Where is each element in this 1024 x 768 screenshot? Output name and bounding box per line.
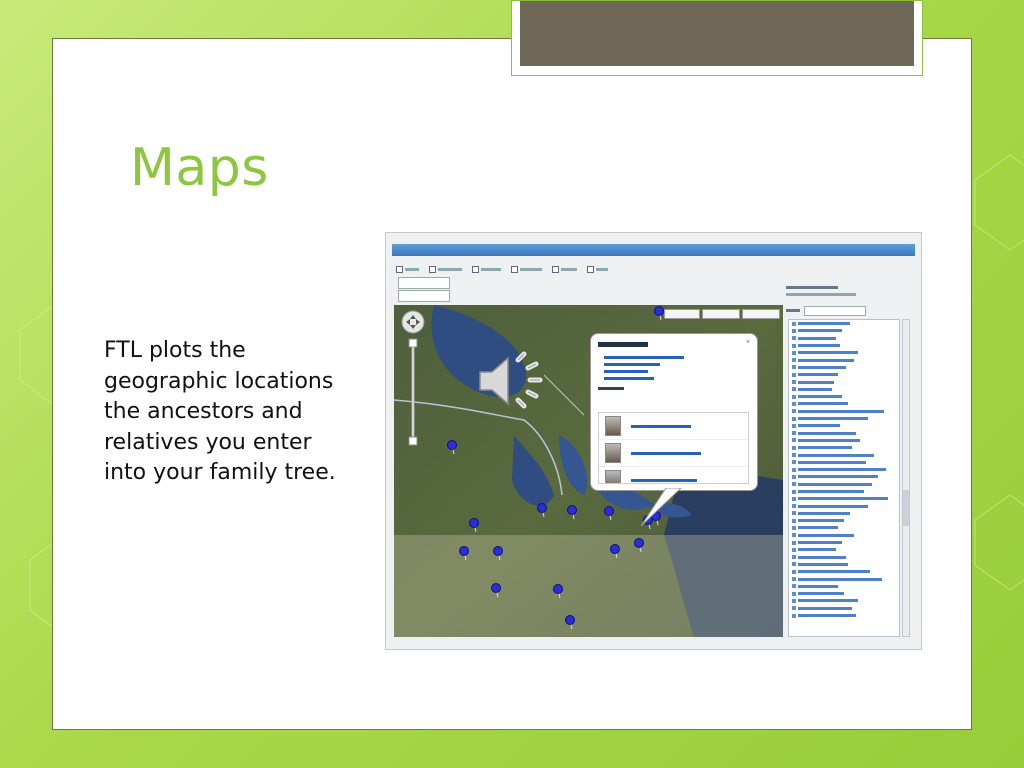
place-list-item[interactable] — [792, 518, 896, 525]
places-list-scrollbar — [902, 319, 910, 637]
location-pin-icon[interactable] — [537, 503, 547, 518]
place-list-item[interactable] — [792, 460, 896, 467]
places-list-header — [786, 283, 912, 316]
person-photo — [605, 470, 621, 483]
place-list-item[interactable] — [792, 409, 896, 416]
place-list-item[interactable] — [792, 401, 896, 408]
popup-action-link[interactable] — [604, 363, 660, 366]
place-list-item[interactable] — [792, 576, 896, 583]
people-select — [398, 277, 450, 289]
place-list-item[interactable] — [792, 357, 896, 364]
place-list-item[interactable] — [792, 606, 896, 613]
location-pin-icon[interactable] — [565, 615, 575, 630]
popup-action-link[interactable] — [604, 377, 654, 380]
location-pin-icon[interactable] — [447, 440, 457, 455]
place-list-item[interactable] — [792, 394, 896, 401]
popup-event-row[interactable] — [599, 413, 748, 440]
popup-title — [598, 342, 648, 347]
place-list-item[interactable] — [792, 423, 896, 430]
popup-event-row[interactable] — [599, 440, 748, 467]
place-list-item[interactable] — [792, 416, 896, 423]
place-list-item[interactable] — [792, 482, 896, 489]
place-list-item[interactable] — [792, 511, 896, 518]
place-list-item[interactable] — [792, 343, 896, 350]
place-list-item[interactable] — [792, 525, 896, 532]
slide-body-text: FTL plots the geographic locations the a… — [104, 338, 336, 485]
popup-event-row[interactable] — [599, 467, 748, 483]
place-list-item[interactable] — [792, 438, 896, 445]
popup-actions — [598, 356, 750, 380]
location-pin-icon[interactable] — [567, 505, 577, 520]
location-pin-icon[interactable] — [634, 538, 644, 553]
filter-option — [552, 263, 577, 275]
person-photo — [605, 443, 621, 463]
location-pin-icon[interactable] — [493, 546, 503, 561]
place-list-item[interactable] — [792, 489, 896, 496]
place-list-item[interactable] — [792, 379, 896, 386]
header-tab-decoration — [511, 0, 923, 76]
speaker-icon[interactable] — [476, 350, 546, 412]
location-pin-icon[interactable] — [553, 584, 563, 599]
filter-option — [587, 263, 608, 275]
location-pin-icon[interactable] — [469, 518, 479, 533]
filter-option — [472, 263, 501, 275]
place-list-item[interactable] — [792, 613, 896, 620]
place-list-item[interactable] — [792, 387, 896, 394]
popup-close-icon[interactable]: × — [746, 339, 750, 346]
location-info-popup: × — [590, 333, 758, 491]
place-list-item[interactable] — [792, 540, 896, 547]
place-list-item[interactable] — [792, 336, 896, 343]
place-list-item[interactable] — [792, 547, 896, 554]
slide-title: Maps — [130, 138, 269, 198]
place-list-item[interactable] — [792, 569, 896, 576]
place-list-item[interactable] — [792, 474, 896, 481]
map-screenshot: × — [385, 232, 922, 650]
filter-option — [396, 263, 419, 275]
place-list-item[interactable] — [792, 598, 896, 605]
popup-event-list — [598, 412, 749, 484]
app-title-bar — [392, 244, 915, 256]
filter-option — [429, 263, 462, 275]
place-list-item[interactable] — [792, 321, 896, 328]
place-list-item[interactable] — [792, 452, 896, 459]
location-pin-icon[interactable] — [491, 583, 501, 598]
popup-events-heading — [598, 387, 624, 390]
places-list — [788, 319, 900, 637]
location-pin-icon[interactable] — [610, 544, 620, 559]
place-list-item[interactable] — [792, 445, 896, 452]
place-list-item[interactable] — [792, 555, 896, 562]
place-list-item[interactable] — [792, 591, 896, 598]
place-list-item[interactable] — [792, 503, 896, 510]
location-pin-icon[interactable] — [459, 546, 469, 561]
scroll-thumb — [903, 490, 909, 526]
place-list-item[interactable] — [792, 467, 896, 474]
popup-action-link[interactable] — [604, 356, 684, 359]
place-list-item[interactable] — [792, 372, 896, 379]
place-list-item[interactable] — [792, 430, 896, 437]
place-list-item[interactable] — [792, 584, 896, 591]
location-pin-icon[interactable] — [654, 306, 664, 321]
place-list-item[interactable] — [792, 562, 896, 569]
popup-action-link[interactable] — [604, 370, 648, 373]
place-list-item[interactable] — [792, 533, 896, 540]
popup-pointer — [640, 488, 682, 527]
place-list-item[interactable] — [792, 328, 896, 335]
location-pin-icon[interactable] — [604, 506, 614, 521]
filter-option — [511, 263, 542, 275]
place-list-item[interactable] — [792, 350, 896, 357]
person-photo — [605, 416, 621, 436]
header-tab-fill — [520, 1, 914, 66]
place-list-item[interactable] — [792, 365, 896, 372]
years-select — [398, 290, 450, 302]
place-list-item[interactable] — [792, 496, 896, 503]
map-filter-toolbar — [396, 263, 608, 275]
